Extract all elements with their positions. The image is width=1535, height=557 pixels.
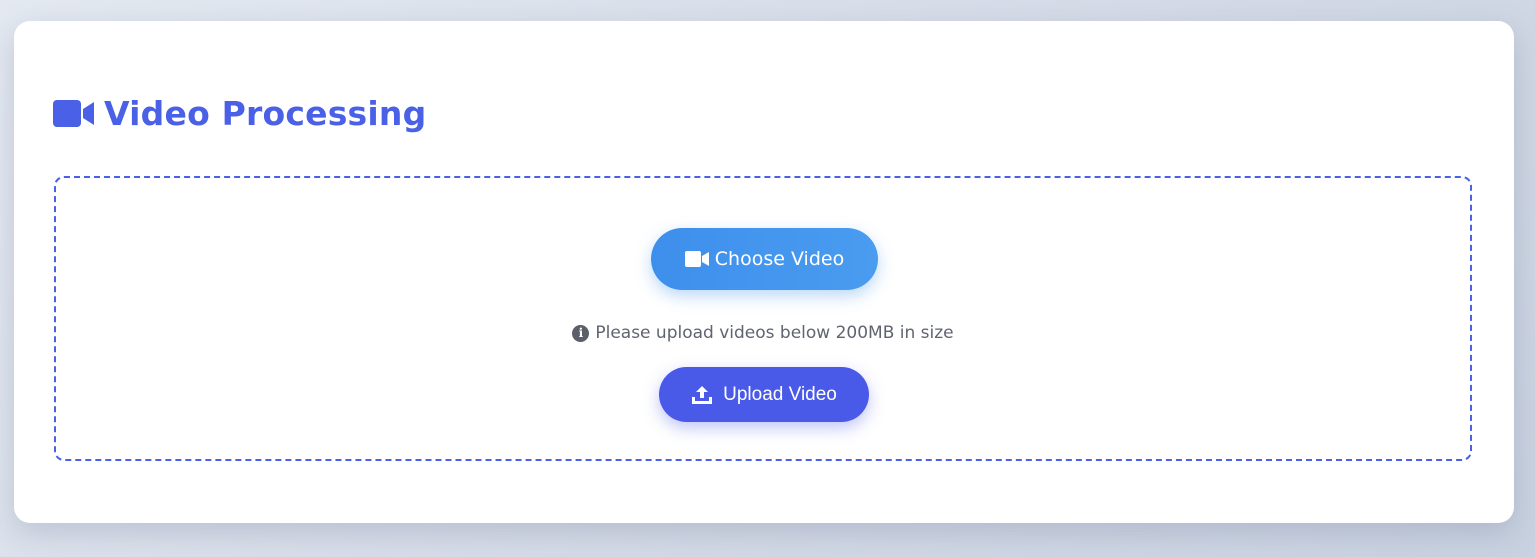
page-title-text: Video Processing bbox=[104, 94, 427, 133]
page-title: Video Processing bbox=[53, 97, 426, 130]
choose-video-button[interactable]: Choose Video bbox=[651, 228, 878, 290]
video-processing-card: Video Processing Choose Video i Please u… bbox=[14, 21, 1514, 523]
video-dropzone[interactable]: Choose Video i Please upload videos belo… bbox=[54, 176, 1472, 461]
video-camera-icon bbox=[53, 100, 94, 127]
video-camera-icon bbox=[684, 251, 709, 267]
upload-size-hint: i Please upload videos below 200MB in si… bbox=[56, 323, 1470, 343]
upload-video-label: Upload Video bbox=[723, 383, 837, 405]
upload-size-hint-text: Please upload videos below 200MB in size bbox=[595, 323, 954, 343]
upload-icon bbox=[692, 385, 713, 404]
upload-video-button[interactable]: Upload Video bbox=[659, 367, 869, 422]
info-circle-icon: i bbox=[572, 324, 590, 342]
choose-video-label: Choose Video bbox=[714, 248, 845, 270]
